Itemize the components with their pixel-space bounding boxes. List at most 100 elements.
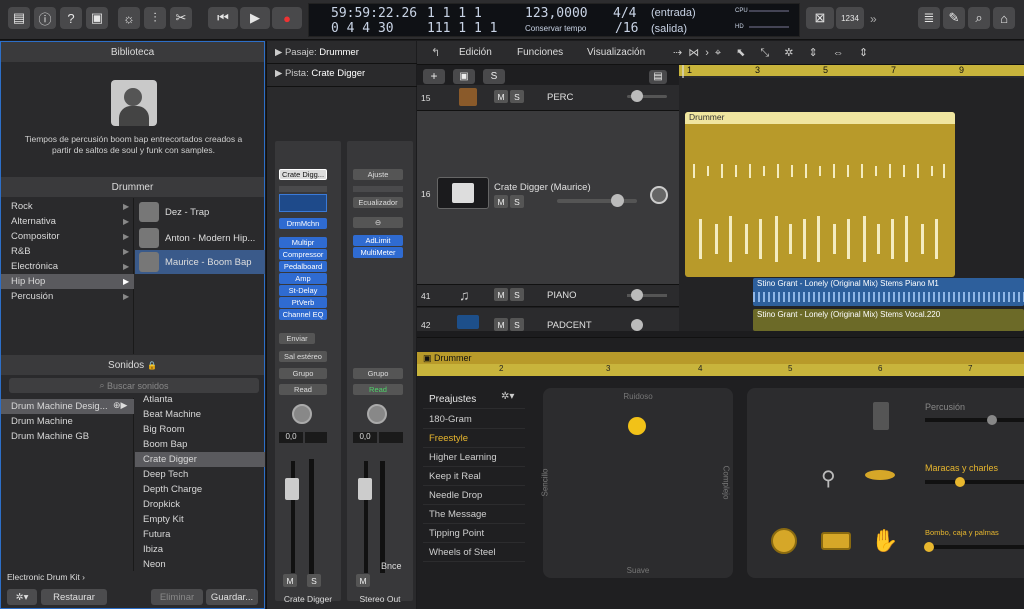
mute-button[interactable]: M xyxy=(494,318,508,331)
toolbar-icon[interactable]: ▣ xyxy=(86,7,108,29)
mute-button[interactable]: M xyxy=(494,288,508,301)
help-icon[interactable]: ? xyxy=(60,7,82,29)
sound-beat-machine[interactable]: Beat Machine xyxy=(135,407,265,422)
sound-big-room[interactable]: Big Room xyxy=(135,422,265,437)
instrument-slot[interactable]: DrmMchn xyxy=(279,218,327,229)
cycle-region[interactable] xyxy=(679,65,1024,76)
sound-empty-kit[interactable]: Empty Kit xyxy=(135,512,265,527)
count-toggle[interactable]: 1234 xyxy=(836,7,864,29)
piano-region[interactable]: Stino Grant - Lonely (Original Mix) Stem… xyxy=(753,278,1024,306)
restore-button[interactable]: Restaurar xyxy=(41,589,107,605)
pan-knob[interactable] xyxy=(650,186,668,204)
smart-controls-icon[interactable]: ☼ xyxy=(118,7,140,29)
kit-drum-machine[interactable]: Drum Machine xyxy=(1,414,134,429)
slider-knob[interactable] xyxy=(611,194,624,207)
percussion-slider[interactable] xyxy=(925,418,1024,422)
mute-button[interactable]: M xyxy=(283,574,297,587)
sound-futura[interactable]: Futura xyxy=(135,527,265,542)
genre-percusion[interactable]: Percusión xyxy=(1,289,134,304)
plugin-channel-eq[interactable]: Channel EQ xyxy=(279,309,327,320)
genre-compositor[interactable]: Compositor xyxy=(1,229,134,244)
clap-icon[interactable]: ✋ xyxy=(871,528,898,554)
plugin-multipr[interactable]: Multipr xyxy=(279,237,327,248)
drummer-maurice[interactable]: Maurice - Boom Bap xyxy=(135,250,265,274)
slider-knob[interactable] xyxy=(987,415,997,425)
xy-puck[interactable] xyxy=(628,417,646,435)
genre-rnb[interactable]: R&B xyxy=(1,244,134,259)
solo-button[interactable]: S xyxy=(510,318,524,331)
menu-edit[interactable]: Edición xyxy=(459,47,492,58)
send-slot[interactable]: Enviar xyxy=(279,333,315,344)
setting-button[interactable]: Ajuste xyxy=(353,169,403,180)
sound-crate-digger[interactable]: Crate Digger xyxy=(135,452,265,467)
region-header[interactable]: ▶ Pasaje: Drummer xyxy=(275,47,359,58)
slider-knob[interactable] xyxy=(631,289,643,301)
hihat-icon[interactable] xyxy=(865,470,895,480)
preset-needle-drop[interactable]: Needle Drop xyxy=(423,486,525,505)
sound-ibiza[interactable]: Ibiza xyxy=(135,542,265,557)
automation-mode[interactable]: Read xyxy=(353,384,403,395)
drummer-anton[interactable]: Anton - Modern Hip... xyxy=(135,226,265,250)
editor-region-bar[interactable] xyxy=(417,352,1024,364)
slider-knob[interactable] xyxy=(924,542,934,552)
preset-wheels-of-steel[interactable]: Wheels of Steel xyxy=(423,543,525,562)
back-icon[interactable]: ↰ xyxy=(431,46,440,59)
percussion-piece-icon[interactable] xyxy=(873,402,889,430)
plugin-adlimit[interactable]: AdLimit xyxy=(353,235,403,246)
catch-icon[interactable]: ▤ xyxy=(649,70,667,84)
eq-slot[interactable]: Ecualizador xyxy=(353,197,403,208)
preset-tipping-point[interactable]: Tipping Point xyxy=(423,524,525,543)
save-button[interactable]: Guardar... xyxy=(206,589,258,605)
drummer-dez[interactable]: Dez - Trap xyxy=(135,200,265,224)
automation-mode[interactable]: Read xyxy=(279,384,327,395)
more-icon[interactable]: » xyxy=(870,12,877,26)
list-editors-icon[interactable]: ≣ xyxy=(918,7,940,29)
genre-rock[interactable]: Rock xyxy=(1,199,134,214)
menu-functions[interactable]: Funciones xyxy=(517,47,563,58)
record-icon[interactable]: ● xyxy=(272,7,302,29)
sound-deep-tech[interactable]: Deep Tech xyxy=(135,467,265,482)
track-header[interactable]: ▶ Pista: Crate Digger xyxy=(275,68,365,79)
kit-drum-machine-gb[interactable]: Drum Machine GB xyxy=(1,429,134,444)
solo-button[interactable]: S xyxy=(307,574,321,587)
solo-button[interactable]: S xyxy=(510,195,524,208)
pan-knob[interactable] xyxy=(292,404,312,424)
vocal-region[interactable]: Stino Grant - Lonely (Original Mix) Stem… xyxy=(753,309,1024,331)
play-icon[interactable]: ▶ xyxy=(240,7,270,29)
slider-knob[interactable] xyxy=(631,319,643,331)
sound-depth-charge[interactable]: Depth Charge xyxy=(135,482,265,497)
snare-icon[interactable] xyxy=(821,532,851,550)
search-sounds-input[interactable]: ⌕ Buscar sonidos xyxy=(9,378,259,393)
note-pad-icon[interactable]: ✎ xyxy=(943,7,965,29)
download-icon[interactable]: ⊕▶ xyxy=(113,400,127,411)
plugin-st-delay[interactable]: St-Delay xyxy=(279,285,327,296)
maracas-slider[interactable] xyxy=(925,480,1024,484)
link-icon[interactable]: ⊖ xyxy=(353,217,403,228)
add-track-button[interactable]: + xyxy=(423,69,445,84)
volume-fader[interactable] xyxy=(285,478,299,500)
kick-drum-icon[interactable] xyxy=(771,528,797,554)
gear-menu-button[interactable]: ✲▾ xyxy=(7,589,37,605)
setting-button[interactable]: Crate Digg... xyxy=(279,169,327,180)
group-slot[interactable]: Grupo xyxy=(353,368,403,379)
pan-knob[interactable] xyxy=(367,404,387,424)
mute-button[interactable]: M xyxy=(494,195,508,208)
plugin-multimeter[interactable]: MultiMeter xyxy=(353,247,403,258)
slider-knob[interactable] xyxy=(955,477,965,487)
maraca-icon[interactable]: ⚲ xyxy=(821,466,836,491)
info-icon[interactable]: ⓘ xyxy=(34,7,56,29)
volume-slider[interactable] xyxy=(557,199,637,203)
sound-dropkick[interactable]: Dropkick xyxy=(135,497,265,512)
media-browser-icon[interactable]: ⌂ xyxy=(993,7,1015,29)
solo-button[interactable]: S xyxy=(510,90,524,103)
loop-browser-icon[interactable]: ⌕ xyxy=(968,7,990,29)
genre-hip-hop[interactable]: Hip Hop xyxy=(1,274,134,289)
count-in-icon[interactable]: ⊠ xyxy=(806,7,834,29)
mixer-icon[interactable]: ⫶ xyxy=(144,7,166,29)
solo-button[interactable]: S xyxy=(510,288,524,301)
sound-boom-bap[interactable]: Boom Bap xyxy=(135,437,265,452)
preset-higher-learning[interactable]: Higher Learning xyxy=(423,448,525,467)
kick-slider[interactable] xyxy=(925,545,1024,549)
genre-electronica[interactable]: Electrónica xyxy=(1,259,134,274)
plugin-pedalboard[interactable]: Pedalboard xyxy=(279,261,327,272)
